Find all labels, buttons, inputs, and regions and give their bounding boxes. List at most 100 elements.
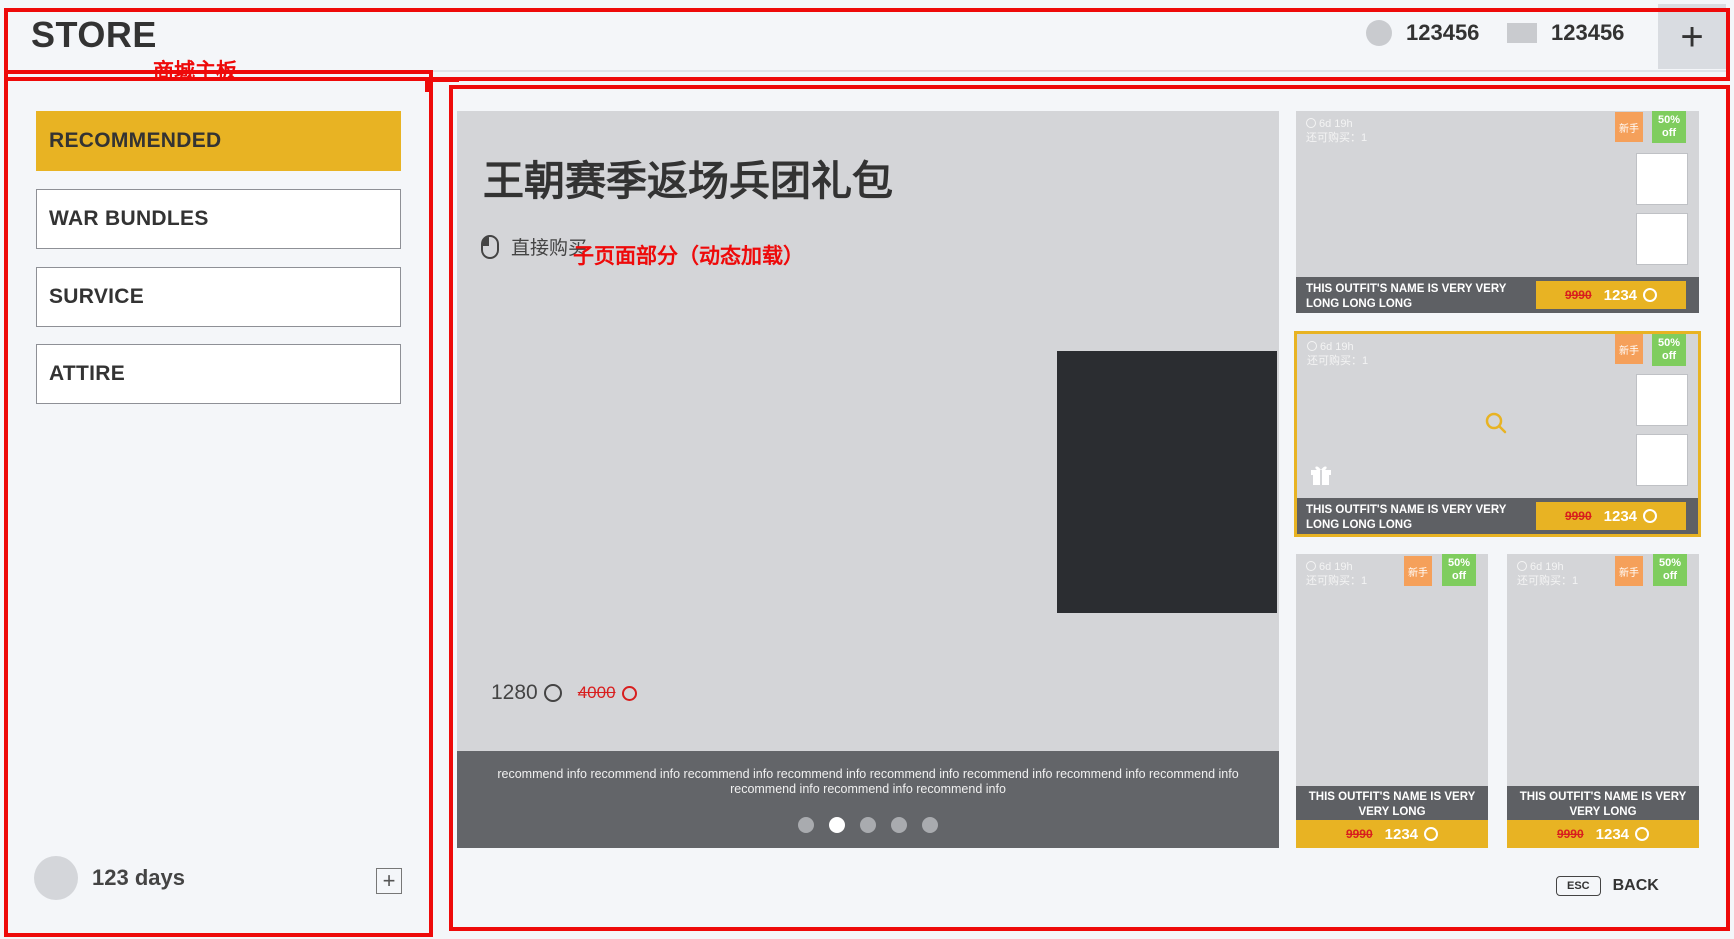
mouse-icon	[481, 234, 499, 259]
card-old-price: 9990	[1564, 288, 1592, 302]
clock-icon	[1306, 118, 1316, 128]
card-timer: 6d 19h 还可购买：1	[1517, 560, 1578, 588]
expand-button[interactable]: +	[376, 868, 402, 894]
currency-coins: 123456	[1366, 20, 1479, 46]
esc-key: ESC	[1556, 876, 1601, 896]
card-timer: 6d 19h 还可购买：1	[1306, 560, 1367, 588]
card-timer-value: 6d 19h	[1319, 561, 1353, 573]
card-price[interactable]: 9990 1234	[1536, 281, 1686, 309]
featured-banner[interactable]: 王朝赛季返场兵团礼包 直接购买 1280 4000 recommend info…	[457, 111, 1279, 848]
card-old-price: 9990	[1556, 827, 1584, 841]
card-name: THIS OUTFIT'S NAME IS VERY VERY LONG	[1296, 786, 1488, 820]
card-timer-value: 6d 19h	[1530, 561, 1564, 573]
product-card[interactable]: 6d 19h 还可购买：1 新手 50% off THIS OUTFIT'S NAM…	[1296, 111, 1699, 313]
card-timer-value: 6d 19h	[1319, 118, 1353, 130]
card-limit: 还可购买：1	[1307, 355, 1369, 367]
direct-purchase[interactable]: 直接购买	[481, 233, 587, 260]
discount-off: off	[1451, 570, 1467, 582]
header-divider	[8, 70, 1726, 72]
card-timer: 6d 19h 还可购买：1	[1307, 340, 1368, 368]
discount-badge: 50% off	[1652, 111, 1686, 143]
coin-icon	[1635, 827, 1650, 841]
discount-off: off	[1661, 127, 1677, 139]
carousel-dot[interactable]	[860, 817, 876, 833]
banner-price-value: 1280	[491, 681, 538, 704]
card-limit: 还可购买：1	[1306, 132, 1368, 144]
discount-percent: 50%	[1657, 114, 1681, 126]
banner-price: 1280 4000	[491, 681, 637, 705]
coin-icon	[1643, 509, 1658, 523]
discount-badge: 50% off	[1653, 554, 1687, 586]
card-limit: 还可购买：1	[1517, 575, 1579, 587]
product-card[interactable]: 6d 19h 还可购买：1 新手 50% off THIS OUTFIT'S NAM…	[1507, 554, 1699, 848]
card-price[interactable]: 9990 1234	[1536, 502, 1686, 530]
carousel-dot[interactable]	[798, 817, 814, 833]
store-title: STORE	[31, 14, 157, 55]
coin-icon	[543, 684, 562, 702]
sidebar-item-war-bundles[interactable]: WAR BUNDLES	[36, 189, 401, 249]
coin-icon	[1424, 827, 1439, 841]
annotation-sub-page: 子页面部分（动态加载）	[573, 244, 804, 268]
discount-percent: 50%	[1657, 337, 1681, 349]
carousel-dots	[457, 817, 1279, 833]
discount-badge: 50% off	[1652, 334, 1686, 366]
new-badge: 新手	[1615, 556, 1643, 586]
sidebar-item-attire[interactable]: ATTIRE	[36, 344, 401, 404]
product-card[interactable]: 6d 19h 还可购买：1 新手 50% off THIS OUTFIT'S NAM…	[1296, 554, 1488, 848]
card-price-value: 1234	[1603, 286, 1638, 304]
carousel-dot-active[interactable]	[829, 817, 845, 833]
banner-old-price: 4000	[578, 683, 637, 703]
card-price[interactable]: 9990 1234	[1507, 820, 1699, 848]
sidebar-item-recommended[interactable]: RECOMMENDED	[36, 111, 401, 171]
back-button[interactable]: ESC BACK	[1556, 876, 1659, 896]
card-old-price: 9990	[1345, 827, 1373, 841]
carousel-dot[interactable]	[922, 817, 938, 833]
search-icon[interactable]	[1485, 412, 1507, 434]
clock-icon	[1517, 561, 1527, 571]
card-price[interactable]: 9990 1234	[1296, 820, 1488, 848]
avatar[interactable]	[34, 856, 78, 900]
card-price-value: 1234	[1603, 507, 1638, 525]
clock-icon	[1306, 561, 1316, 571]
card-price-value: 1234	[1595, 825, 1630, 843]
card-limit: 还可购买：1	[1306, 575, 1368, 587]
new-badge: 新手	[1615, 334, 1643, 364]
item-thumbnail[interactable]	[1636, 374, 1688, 426]
coin-icon	[1366, 20, 1392, 46]
new-badge: 新手	[1404, 556, 1432, 586]
discount-percent: 50%	[1658, 557, 1682, 569]
discount-percent: 50%	[1447, 557, 1471, 569]
banner-image	[1057, 351, 1277, 613]
new-badge: 新手	[1615, 112, 1643, 142]
annotation-box-corner	[425, 78, 459, 92]
gem-amount: 123456	[1551, 20, 1625, 45]
item-thumbnail[interactable]	[1636, 213, 1688, 265]
gem-icon	[1507, 23, 1537, 43]
card-timer: 6d 19h 还可购买：1	[1306, 117, 1367, 145]
coin-icon	[621, 685, 637, 701]
coin-icon	[1643, 288, 1658, 302]
sidebar-footer: 123 days	[34, 856, 185, 900]
currency-gems: 123456	[1507, 20, 1624, 46]
coin-amount: 123456	[1406, 20, 1480, 45]
discount-badge: 50% off	[1442, 554, 1476, 586]
add-currency-button[interactable]: +	[1658, 4, 1726, 69]
gift-icon	[1311, 466, 1331, 485]
item-thumbnail[interactable]	[1636, 434, 1688, 486]
back-label: BACK	[1612, 877, 1659, 894]
card-price-value: 1234	[1384, 825, 1419, 843]
sidebar-item-survice[interactable]: SURVICE	[36, 267, 401, 327]
banner-old-price-value: 4000	[577, 683, 616, 702]
carousel-dot[interactable]	[891, 817, 907, 833]
card-old-price: 9990	[1564, 509, 1592, 523]
item-thumbnail[interactable]	[1636, 153, 1688, 205]
product-card-selected[interactable]: 6d 19h 还可购买：1 新手 50% off THIS OUTFIT'S NAM…	[1294, 331, 1701, 537]
clock-icon	[1307, 341, 1317, 351]
discount-off: off	[1662, 570, 1678, 582]
card-name: THIS OUTFIT'S NAME IS VERY VERY LONG	[1507, 786, 1699, 820]
discount-off: off	[1661, 350, 1677, 362]
recommend-info: recommend info recommend info recommend …	[457, 751, 1279, 848]
banner-title: 王朝赛季返场兵团礼包	[483, 157, 893, 205]
membership-days: 123 days	[92, 865, 185, 890]
card-timer-value: 6d 19h	[1320, 341, 1354, 353]
